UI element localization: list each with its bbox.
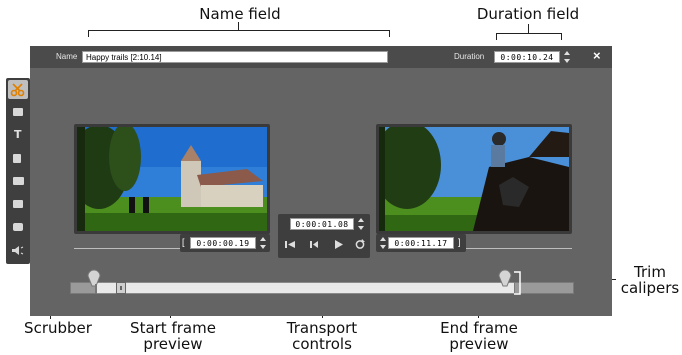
photo-icon xyxy=(13,108,23,116)
speaker-icon xyxy=(12,246,24,255)
audio-tool-button[interactable] xyxy=(8,241,28,260)
go-to-start-icon[interactable] xyxy=(284,239,296,249)
duration-field-callout-bracket xyxy=(496,33,562,40)
name-field-callout-line xyxy=(238,22,239,30)
photo-tool-button[interactable] xyxy=(8,103,28,122)
start-timecode-panel: [ 0:00:00.19 xyxy=(180,234,270,252)
camera-icon xyxy=(13,177,24,185)
clapper-icon xyxy=(13,200,23,208)
duration-field-callout: Duration field xyxy=(476,5,580,23)
copy-tool-button[interactable] xyxy=(8,149,28,168)
loop-icon[interactable] xyxy=(354,239,366,249)
start-timecode-spinner[interactable] xyxy=(259,237,266,249)
close-button[interactable]: × xyxy=(593,48,601,63)
transport-timecode-field[interactable]: 0:00:01.08 xyxy=(290,218,354,230)
text-icon: T xyxy=(14,128,22,141)
duration-field-callout-line xyxy=(528,24,529,33)
end-trim-bracket: ] xyxy=(458,237,461,247)
editor-titlebar: Name Happy trails [2:10.14] Duration 0:0… xyxy=(30,46,612,68)
duration-field[interactable]: 0:00:10.24 xyxy=(494,51,560,63)
scrubber-handle[interactable] xyxy=(116,282,126,294)
start-trim-bracket: [ xyxy=(182,237,185,247)
duration-label: Duration xyxy=(454,52,485,61)
duration-spinner[interactable] xyxy=(563,51,570,63)
start-frame-callout: Start frame preview xyxy=(130,319,216,353)
camera-tool-button[interactable] xyxy=(8,172,28,191)
record-tool-button[interactable] xyxy=(8,218,28,237)
trim-editor-window: Name Happy trails [2:10.14] Duration 0:0… xyxy=(30,46,612,316)
end-timecode-field[interactable]: 0:00:11.17 xyxy=(388,237,454,249)
start-trim-caliper[interactable] xyxy=(86,268,102,294)
end-trim-caliper[interactable] xyxy=(496,268,526,298)
step-back-icon[interactable] xyxy=(308,239,320,249)
text-tool-button[interactable]: T xyxy=(8,126,28,145)
scrubber-callout: Scrubber xyxy=(24,319,92,337)
transport-timecode-spinner[interactable] xyxy=(357,218,364,230)
end-timecode-panel: 0:00:11.17 ] xyxy=(376,234,466,252)
end-frame-callout: End frame preview xyxy=(440,319,518,353)
scissors-icon xyxy=(10,83,25,97)
transport-controls: 0:00:01.08 xyxy=(278,214,370,258)
clapper-tool-button[interactable] xyxy=(8,195,28,214)
end-frame-preview xyxy=(376,124,572,234)
copy-icon xyxy=(13,154,21,163)
start-frame-image xyxy=(77,127,267,231)
trim-tool-button[interactable] xyxy=(8,80,28,99)
start-frame-preview xyxy=(74,124,270,234)
trim-calipers-callout: Trim calipers xyxy=(620,263,680,297)
play-icon[interactable] xyxy=(332,239,344,249)
transport-controls-callout: Transport controls xyxy=(286,319,358,353)
name-field[interactable]: Happy trails [2:10.14] xyxy=(82,51,388,63)
name-field-callout-bracket xyxy=(88,30,390,37)
end-frame-image xyxy=(379,127,569,231)
start-timecode-field[interactable]: 0:00:00.19 xyxy=(190,237,256,249)
name-label: Name xyxy=(56,52,78,61)
name-field-callout: Name field xyxy=(199,5,281,23)
end-timecode-spinner[interactable] xyxy=(379,237,386,249)
editor-toolbar: T xyxy=(6,78,30,264)
record-icon xyxy=(13,223,23,231)
